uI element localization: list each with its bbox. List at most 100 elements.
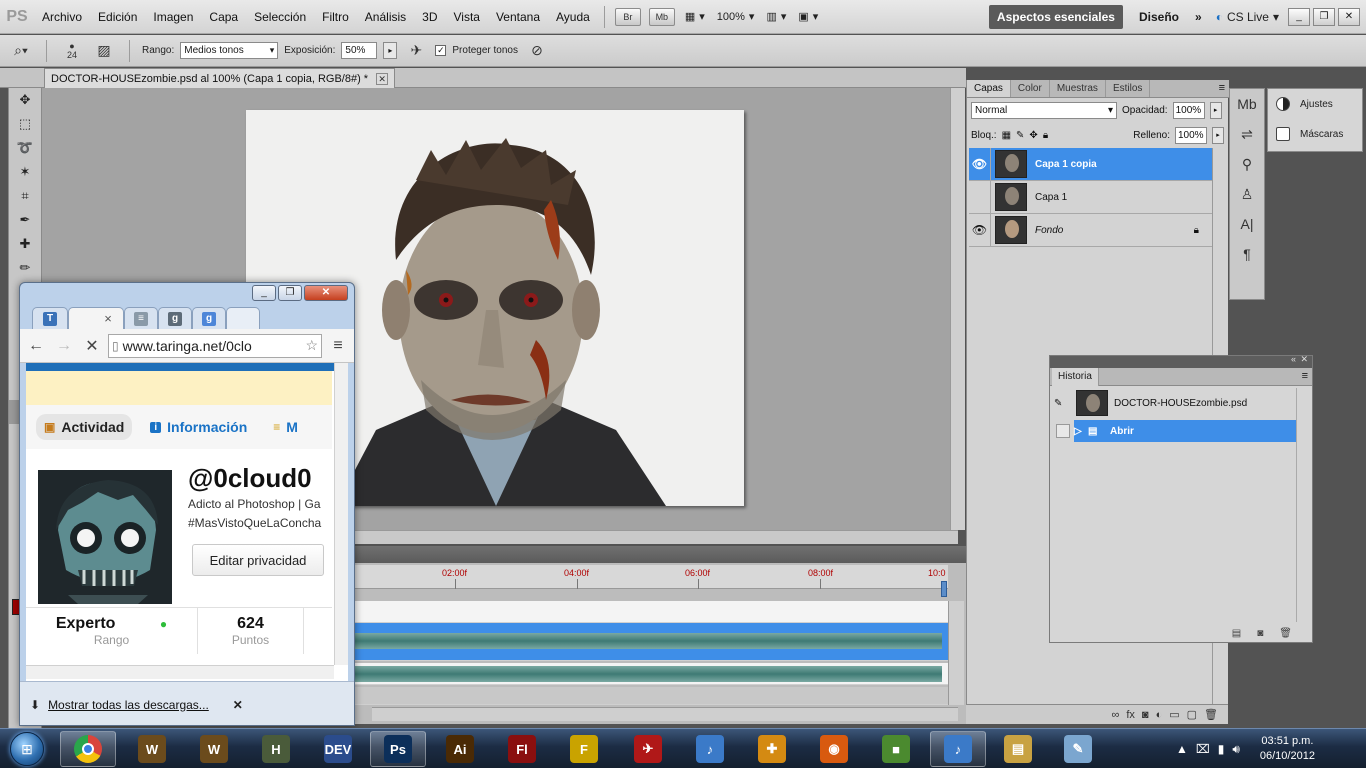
chrome-titlebar[interactable]: _ ❐ ✕ [20,283,354,305]
cs-live-button[interactable]: ◐ CS Live ▾ [1210,10,1285,24]
minimize-button[interactable]: _ [1288,7,1310,26]
fill-slider-toggle[interactable]: ▸ [1212,126,1224,144]
tab-muestras[interactable]: Muestras [1050,80,1106,97]
edit-privacy-button[interactable]: Editar privacidad [192,544,324,576]
exposure-slider-toggle[interactable]: ▸ [383,42,398,59]
history-snapshot[interactable]: ✎ DOCTOR-HOUSEzombie.psd [1054,388,1296,418]
menu-3d[interactable]: 3D [414,0,445,34]
clone-source-icon[interactable]: ⚲ [1230,149,1264,179]
visibility-toggle-empty[interactable] [969,181,991,213]
chrome-tab[interactable]: T [32,307,68,329]
chrome-minimize-button[interactable]: _ [252,285,276,301]
back-button[interactable]: ← [24,334,48,358]
workspace-design-button[interactable]: Diseño [1131,10,1187,24]
menu-archivo[interactable]: Archivo [34,0,90,34]
tab-historia[interactable]: Historia [1052,368,1099,386]
new-document-from-state-icon[interactable]: ▤ [1232,628,1241,639]
taskbar-app-red-app[interactable]: ✈ [620,731,676,767]
tab-color[interactable]: Color [1011,80,1050,97]
taskbar-app-photoshop[interactable]: Ps [370,731,426,767]
bookmark-star-icon[interactable]: ☆ [305,337,318,354]
move-tool-icon[interactable]: ✥ [9,88,41,112]
taskbar-app-firefox[interactable]: ◉ [806,731,862,767]
marquee-tool-icon[interactable]: ⬚ [9,112,41,136]
taskbar-app-illustrator[interactable]: Ai [432,731,488,767]
tab-informacion[interactable]: i Información [142,414,255,440]
maximize-button[interactable]: ❐ [1313,7,1335,26]
close-icon[interactable]: ✕ [376,72,389,85]
taskbar-app-gamepad[interactable]: ✚ [744,731,800,767]
panel-menu-icon[interactable]: ≡ [1302,370,1308,382]
taskbar-app-fraps[interactable]: F [556,731,612,767]
lasso-tool-icon[interactable]: ➰ [9,136,41,160]
character-icon[interactable]: A| [1230,209,1264,239]
link-layers-icon[interactable]: ∞ [1112,709,1120,721]
create-snapshot-icon[interactable]: ◙ [1257,628,1263,639]
layer-fondo[interactable]: 👁︎ Fondo 🔒︎ [969,214,1213,247]
new-tab-button[interactable] [226,307,260,329]
exposure-input[interactable]: 50% [341,42,378,59]
menu-imagen[interactable]: Imagen [145,0,201,34]
menu-ayuda[interactable]: Ayuda [548,0,598,34]
taskbar-app-itunes-2[interactable]: ♪ [930,731,986,767]
canvas-vertical-scrollbar[interactable] [950,88,965,530]
close-button[interactable]: ✕ [1338,7,1360,26]
eyedropper-tool-icon[interactable]: ✒ [9,208,41,232]
lock-all-icon[interactable]: 🔒︎ [1043,130,1048,141]
blend-mode-select[interactable]: Normal [971,101,1117,119]
visibility-eye-icon[interactable]: 👁︎ [969,148,991,180]
arrange-documents-dropdown[interactable]: ▥ ▾ [760,10,792,23]
chrome-tab[interactable]: g [192,307,226,329]
document-tab[interactable]: DOCTOR-HOUSEzombie.psd al 100% (Capa 1 c… [44,68,396,88]
tab-more[interactable]: ≡ M [265,414,306,440]
tab-close-icon[interactable]: × [104,311,112,326]
start-button[interactable]: ⊞ [2,730,52,768]
brush-panel-icon[interactable]: ▨ [91,40,117,62]
taskbar-app-flash[interactable]: Fl [494,731,550,767]
playhead[interactable] [941,581,947,597]
lock-position-icon[interactable]: ✥ [1029,130,1037,141]
chrome-maximize-button[interactable]: ❐ [278,285,302,301]
ajustes-item[interactable]: Ajustes [1268,89,1362,119]
adjustment-layer-icon[interactable]: ◐ [1156,709,1163,721]
layer-style-icon[interactable]: fx [1126,709,1135,721]
new-layer-icon[interactable]: ▢ [1187,708,1197,721]
tablet-pressure-icon[interactable]: ⊘ [524,40,550,62]
menu-analisis[interactable]: Análisis [357,0,414,34]
taskbar-app-itunes-1[interactable]: ♪ [682,731,738,767]
mascaras-item[interactable]: Máscaras [1268,119,1362,149]
adjustments-icon[interactable]: ⇌ [1230,119,1264,149]
address-bar[interactable]: ▯ www.taringa.net/0clo ☆ [108,333,322,358]
extras-dropdown[interactable]: ▦ ▾ [679,10,711,23]
signal-icon[interactable]: ▮ [1218,742,1225,756]
taskbar-app-chrome[interactable] [60,731,116,767]
timeline-vertical-scrollbar[interactable] [948,601,964,705]
opacity-slider-toggle[interactable]: ▸ [1209,101,1222,119]
timeline-horizontal-scrollbar[interactable] [372,707,958,721]
delete-state-icon[interactable]: 🗑︎ [1279,628,1292,639]
taskbar-app-wow-2[interactable]: W [186,731,242,767]
bridge-button[interactable]: Br [614,7,641,26]
close-icon[interactable]: ✕ [1300,354,1308,365]
more-workspaces-button[interactable]: » [1187,10,1210,24]
avatar[interactable] [38,470,172,604]
screen-mode-dropdown[interactable]: ▣ ▾ [792,10,824,23]
lock-pixels-icon[interactable]: ✎ [1016,130,1024,141]
layer-capa-1-copia[interactable]: 👁︎ Capa 1 copia [969,148,1213,181]
menu-vista[interactable]: Vista [446,0,488,34]
minibridge-button[interactable]: Mb [648,7,675,26]
page-horizontal-scrollbar[interactable] [26,665,334,679]
menu-filtro[interactable]: Filtro [314,0,357,34]
page-vertical-scrollbar[interactable] [334,363,348,665]
minibridge-icon[interactable]: Mb [1230,89,1264,119]
menu-seleccion[interactable]: Selección [246,0,314,34]
taskbar-app-wow-1[interactable]: W [124,731,180,767]
tab-capas[interactable]: Capas [967,80,1011,97]
collapse-icon[interactable]: « [1291,354,1296,364]
clock[interactable]: 03:51 p.m. 06/10/2012 [1260,734,1315,764]
layer-capa-1[interactable]: Capa 1 [969,181,1213,214]
show-all-downloads-link[interactable]: Mostrar todas las descargas... [48,698,209,712]
network-device-icon[interactable]: ⌧ [1196,742,1210,756]
taskbar-app-devcpp[interactable]: DEV [310,731,366,767]
stamp-icon[interactable]: ♙ [1230,179,1264,209]
